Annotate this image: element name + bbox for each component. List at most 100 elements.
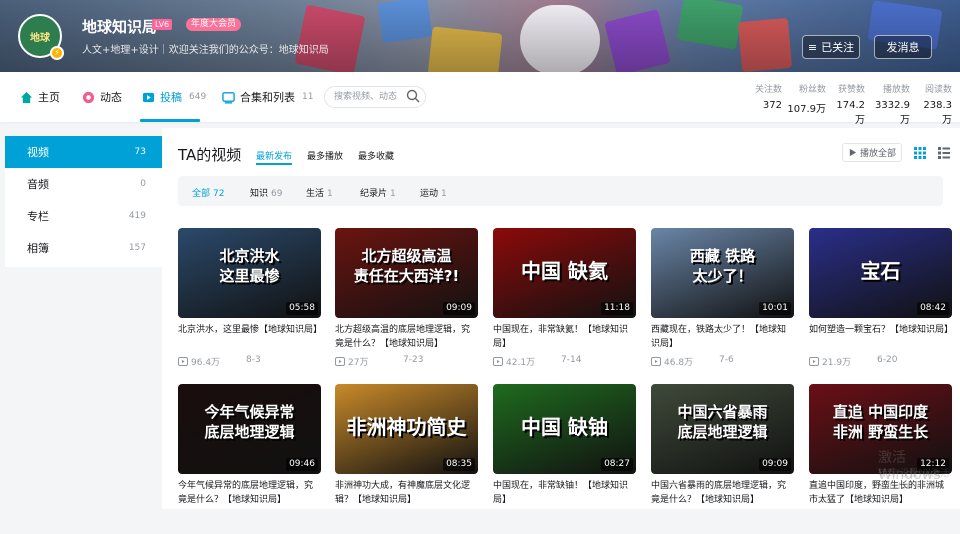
sidebar-item-album[interactable]: 相簿 157: [5, 232, 162, 264]
grid-view-icon[interactable]: [914, 147, 926, 159]
thumbnail-caption: 西藏 铁路 太少了！: [689, 247, 756, 285]
stat-value: 372: [762, 100, 782, 111]
filter-label: 全部: [192, 189, 211, 199]
video-title[interactable]: 今年气候异常的底层地理逻辑，究竟是什么？【地球知识局】: [178, 479, 321, 507]
send-message-button[interactable]: 发消息: [874, 35, 932, 59]
verified-icon: ⚡: [50, 46, 64, 60]
sidebar-item-audio[interactable]: 音频 0: [5, 168, 162, 200]
tab-uploads[interactable]: 投稿 649: [142, 89, 206, 105]
video-title[interactable]: 北京洪水，这里最惨【地球知识局】: [178, 323, 322, 337]
sidebar-item-video[interactable]: 视频 73: [5, 136, 162, 168]
video-duration: 08:35: [443, 458, 475, 471]
video-title[interactable]: 如何塑造一颗宝石？【地球知识局】: [809, 323, 953, 337]
video-thumbnail[interactable]: 中国六省暴雨 底层地理逻辑 09:09: [651, 384, 794, 474]
video-title[interactable]: 非洲神功大成，有神魔底层文化逻辑？【地球知识局】: [335, 479, 478, 507]
video-thumbnail[interactable]: 宝石 08:42: [809, 228, 952, 318]
filter-count: 1: [327, 189, 333, 199]
stat-value: 238.3万: [923, 100, 952, 126]
video-card[interactable]: 中国 缺铀 08:27 中国现在，非常缺铀！【地球知识局】: [493, 384, 636, 534]
filter-all[interactable]: 全部 72: [192, 186, 224, 199]
section-title: TA的视频: [178, 146, 242, 164]
view-count: 46.8万: [651, 355, 713, 368]
publish-date: 8-3: [246, 355, 261, 365]
video-thumbnail[interactable]: 中国 缺铀 08:27: [493, 384, 636, 474]
video-thumbnail[interactable]: 西藏 铁路 太少了！ 10:01: [651, 228, 794, 318]
video-title[interactable]: 中国现在，非常缺氦！【地球知识局】: [493, 323, 636, 351]
home-icon: [20, 91, 33, 103]
video-title[interactable]: 中国现在，非常缺铀！【地球知识局】: [493, 479, 636, 507]
video-card[interactable]: 中国 缺氦 11:18 中国现在，非常缺氦！【地球知识局】 42.1万 7-14: [493, 228, 636, 378]
stat-likes: 获赞数 174.2万: [828, 82, 865, 126]
stat-label: 阅读数: [924, 85, 952, 95]
video-title[interactable]: 西藏现在，铁路太少了！【地球知识局】: [651, 323, 794, 351]
video-thumbnail[interactable]: 北方超级高温 责任在大西洋?! 09:09: [335, 228, 478, 318]
filter-count: 72: [213, 189, 225, 199]
stat-value: 3332.9万: [875, 100, 910, 126]
search-icon[interactable]: [406, 89, 420, 103]
video-thumbnail[interactable]: 北京洪水 这里最惨 05:58: [178, 228, 321, 318]
stat-reads: 阅读数 238.3万: [914, 82, 952, 126]
publish-date: 7-23: [403, 355, 424, 365]
stat-label: 获赞数: [837, 85, 865, 95]
play-count-icon: [335, 357, 345, 366]
video-duration: 05:58: [286, 302, 318, 315]
filter-label: 纪录片: [360, 189, 388, 199]
sort-latest[interactable]: 最新发布: [256, 149, 292, 162]
video-duration: 09:09: [759, 458, 791, 471]
tab-dynamic[interactable]: 动态: [82, 89, 122, 105]
sort-most-favorited[interactable]: 最多收藏: [358, 149, 394, 162]
thumbnail-caption: 北京洪水 这里最惨: [219, 247, 280, 285]
filter-knowledge[interactable]: 知识 69: [250, 186, 282, 199]
video-duration: 08:42: [917, 302, 949, 315]
video-thumbnail[interactable]: 中国 缺氦 11:18: [493, 228, 636, 318]
video-duration: 11:18: [601, 302, 633, 315]
sidebar-item-label: 视频: [27, 146, 49, 159]
video-card[interactable]: 今年气候异常 底层地理逻辑 09:46 今年气候异常的底层地理逻辑，究竟是什么？【地…: [178, 384, 321, 534]
filter-sports[interactable]: 运动 1: [420, 186, 447, 199]
play-all-button[interactable]: 播放全部: [842, 143, 902, 162]
stat-following[interactable]: 关注数 372: [752, 82, 782, 111]
tab-home[interactable]: 主页: [20, 89, 60, 105]
video-card[interactable]: 北方超级高温 责任在大西洋?! 09:09 北方超级高温的底层地理逻辑，究竟是什么？…: [335, 228, 478, 378]
video-card[interactable]: 宝石 08:42 如何塑造一颗宝石？【地球知识局】 21.9万 6-20: [809, 228, 953, 378]
user-signature: 人文+地理+设计｜欢迎关注我们的公众号：地球知识局: [82, 45, 329, 56]
followed-button[interactable]: ≡ 已关注: [802, 35, 860, 59]
video-meta: 42.1万 7-14: [493, 355, 636, 368]
sidebar-item-label: 相簿: [27, 242, 49, 255]
thumbnail-caption: 中国 缺铀: [521, 415, 608, 439]
stat-fans[interactable]: 粉丝数 107.9万: [786, 82, 826, 115]
video-meta: 46.8万 7-6: [651, 355, 794, 368]
activation-watermark-hint: 转到"设置"以激活 Windows。: [878, 469, 950, 492]
tab-uploads-label: 投稿: [160, 91, 182, 104]
video-thumbnail[interactable]: 非洲神功简史 08:35: [335, 384, 478, 474]
video-title[interactable]: 北方超级高温的底层地理逻辑，究竟是什么？【地球知识局】: [335, 323, 478, 351]
play-icon: [849, 148, 857, 157]
view-count-value: 42.1万: [506, 358, 536, 368]
filter-label: 运动: [420, 189, 439, 199]
tab-collections[interactable]: 合集和列表 11: [222, 89, 313, 105]
video-card[interactable]: 西藏 铁路 太少了！ 10:01 西藏现在，铁路太少了！【地球知识局】 46.8万 7-…: [651, 228, 794, 378]
video-card[interactable]: 北京洪水 这里最惨 05:58 北京洪水，这里最惨【地球知识局】 96.4万 8-3: [178, 228, 322, 378]
video-duration: 08:27: [601, 458, 633, 471]
video-card[interactable]: 非洲神功简史 08:35 非洲神功大成，有神魔底层文化逻辑？【地球知识局】: [335, 384, 478, 534]
filter-documentary[interactable]: 纪录片 1: [360, 186, 396, 199]
stat-value: 174.2万: [836, 100, 865, 126]
play-count-icon: [493, 357, 503, 366]
filter-life[interactable]: 生活 1: [306, 186, 333, 199]
video-title[interactable]: 中国六省暴雨的底层地理逻辑，究竟是什么？【地球知识局】: [651, 479, 794, 507]
collection-icon: [222, 91, 235, 104]
sidebar-item-article[interactable]: 专栏 419: [5, 200, 162, 232]
stat-value: 107.9万: [787, 104, 826, 115]
video-thumbnail[interactable]: 今年气候异常 底层地理逻辑 09:46: [178, 384, 321, 474]
username: 地球知识局: [82, 18, 158, 36]
sort-most-played[interactable]: 最多播放: [307, 149, 343, 162]
video-card[interactable]: 中国六省暴雨 底层地理逻辑 09:09 中国六省暴雨的底层地理逻辑，究竟是什么？【地…: [651, 384, 794, 534]
video-duration: 09:09: [443, 302, 475, 315]
publish-date: 6-20: [877, 355, 898, 365]
tab-uploads-count: 649: [189, 92, 207, 102]
play-count-icon: [178, 357, 188, 366]
thumbnail-caption: 北方超级高温 责任在大西洋?!: [353, 247, 460, 285]
thumbnail-caption: 直追 中国印度 非洲 野蛮生长: [832, 403, 929, 441]
list-view-icon[interactable]: [938, 147, 950, 159]
view-count: 21.9万: [809, 355, 871, 368]
